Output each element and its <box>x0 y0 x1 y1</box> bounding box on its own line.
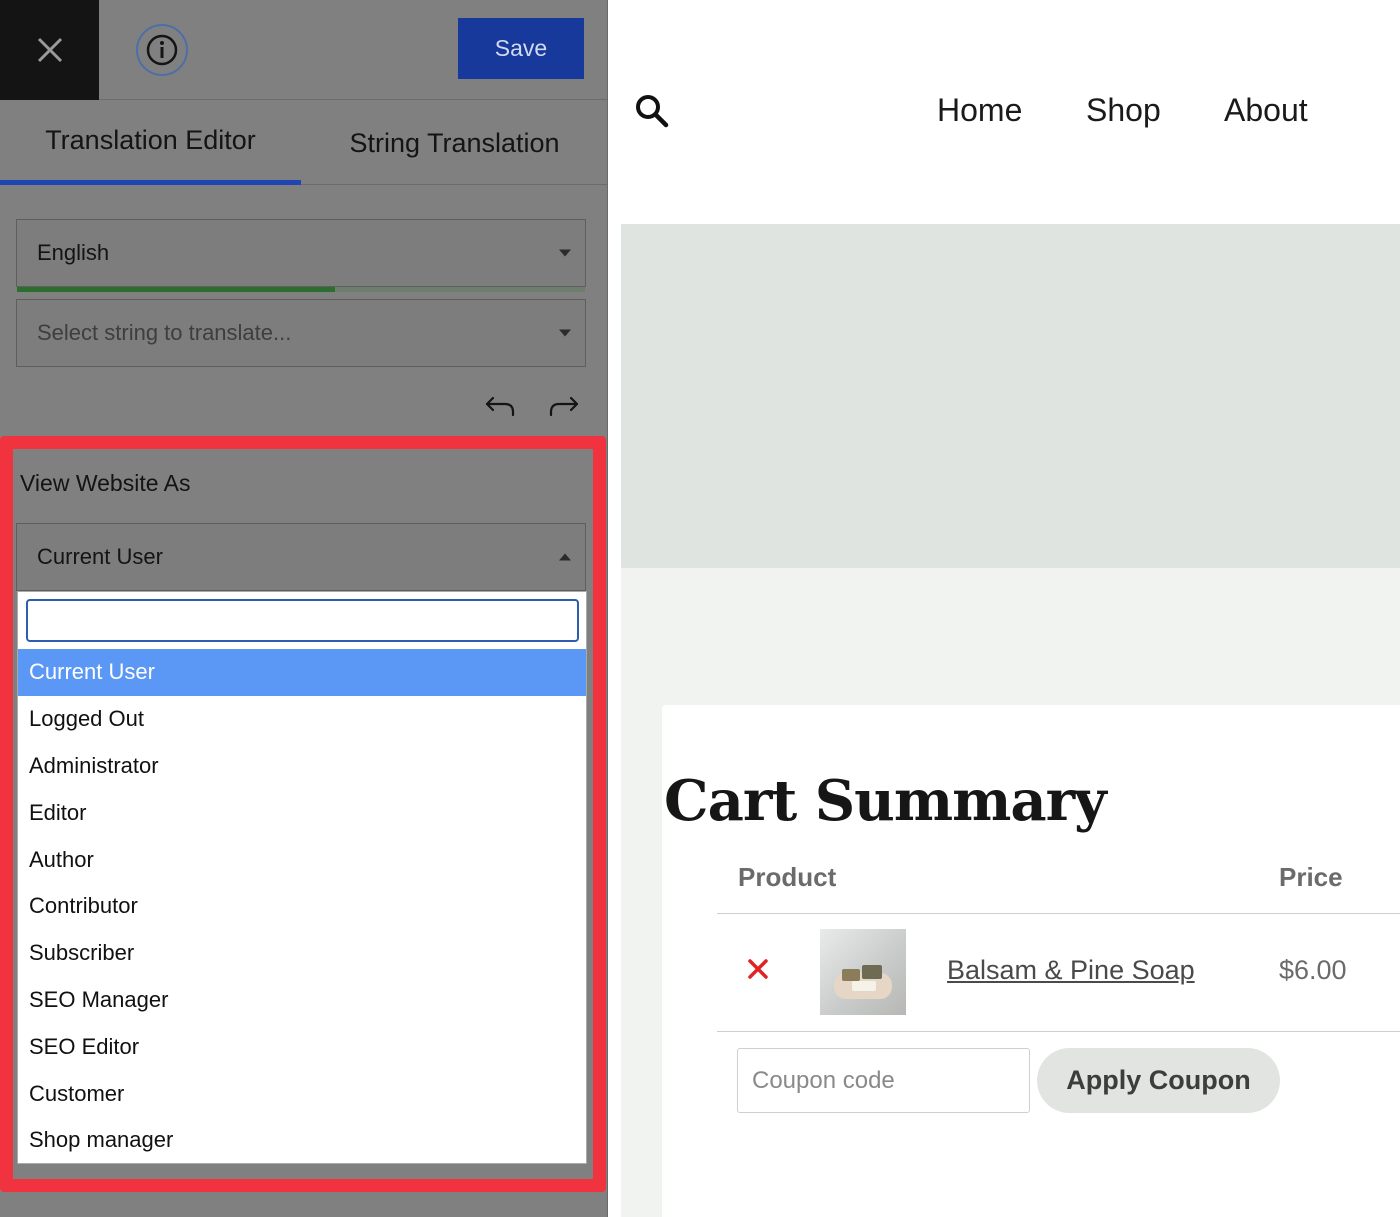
chevron-up-icon <box>559 553 571 561</box>
info-icon <box>146 34 178 66</box>
editor-tabs: Translation Editor String Translation <box>0 101 608 185</box>
save-button[interactable]: Save <box>458 18 584 79</box>
table-divider <box>717 913 1400 914</box>
dropdown-search-input[interactable] <box>26 599 579 642</box>
language-select[interactable]: English <box>16 219 586 287</box>
view-as-dropdown: Current User Logged Out Administrator Ed… <box>17 591 587 1164</box>
search-button[interactable] <box>635 94 669 128</box>
string-select[interactable]: Select string to translate... <box>16 299 586 367</box>
column-header-price: Price <box>1279 862 1343 892</box>
nav-home[interactable]: Home <box>937 92 1022 129</box>
view-as-select[interactable]: Current User <box>16 523 586 591</box>
editor-toolbar: Save <box>0 0 608 100</box>
language-select-value: English <box>37 240 110 265</box>
product-link[interactable]: Balsam & Pine Soap <box>947 955 1195 986</box>
remove-icon <box>748 959 768 979</box>
undo-button[interactable] <box>483 388 519 424</box>
tab-string-translation[interactable]: String Translation <box>301 101 608 185</box>
dropdown-options: Current User Logged Out Administrator Ed… <box>18 649 586 1164</box>
option-seo-editor[interactable]: SEO Editor <box>18 1023 586 1070</box>
option-customer[interactable]: Customer <box>18 1070 586 1117</box>
chevron-down-icon <box>559 249 571 257</box>
undo-icon <box>485 396 515 417</box>
view-as-select-value: Current User <box>37 544 163 569</box>
hero-banner <box>621 224 1400 568</box>
nav-about[interactable]: About <box>1224 92 1308 129</box>
option-shop-manager[interactable]: Shop manager <box>18 1117 586 1164</box>
website-preview: Home Shop About Cart Summary Product Pri… <box>609 0 1400 1217</box>
chevron-down-icon <box>559 329 571 337</box>
remove-item-button[interactable] <box>747 958 769 980</box>
redo-button[interactable] <box>545 388 581 424</box>
string-select-placeholder: Select string to translate... <box>37 320 292 345</box>
product-thumbnail[interactable] <box>820 929 906 1015</box>
apply-coupon-button[interactable]: Apply Coupon <box>1037 1048 1280 1113</box>
coupon-code-input[interactable] <box>737 1048 1030 1113</box>
translation-progress-fill <box>17 287 336 292</box>
view-as-label: View Website As <box>20 470 191 496</box>
option-editor[interactable]: Editor <box>18 789 586 836</box>
option-subscriber[interactable]: Subscriber <box>18 930 586 977</box>
option-contributor[interactable]: Contributor <box>18 883 586 930</box>
option-logged-out[interactable]: Logged Out <box>18 696 586 743</box>
translation-progress-bar <box>17 287 585 292</box>
cart-title: Cart Summary <box>664 768 1107 834</box>
info-button[interactable] <box>136 24 188 76</box>
product-price: $6.00 <box>1279 955 1347 985</box>
translation-editor-panel: Save Translation Editor String Translati… <box>0 0 608 1217</box>
close-icon <box>37 37 62 63</box>
option-administrator[interactable]: Administrator <box>18 743 586 790</box>
table-divider <box>717 1031 1400 1032</box>
close-button[interactable] <box>0 0 99 100</box>
redo-icon <box>549 396 579 417</box>
option-author[interactable]: Author <box>18 836 586 883</box>
tab-translation-editor[interactable]: Translation Editor <box>0 101 301 185</box>
search-icon <box>636 95 669 128</box>
nav-shop[interactable]: Shop <box>1086 92 1161 129</box>
option-seo-manager[interactable]: SEO Manager <box>18 977 586 1024</box>
option-current-user[interactable]: Current User <box>18 649 586 696</box>
column-header-product: Product <box>738 862 837 892</box>
